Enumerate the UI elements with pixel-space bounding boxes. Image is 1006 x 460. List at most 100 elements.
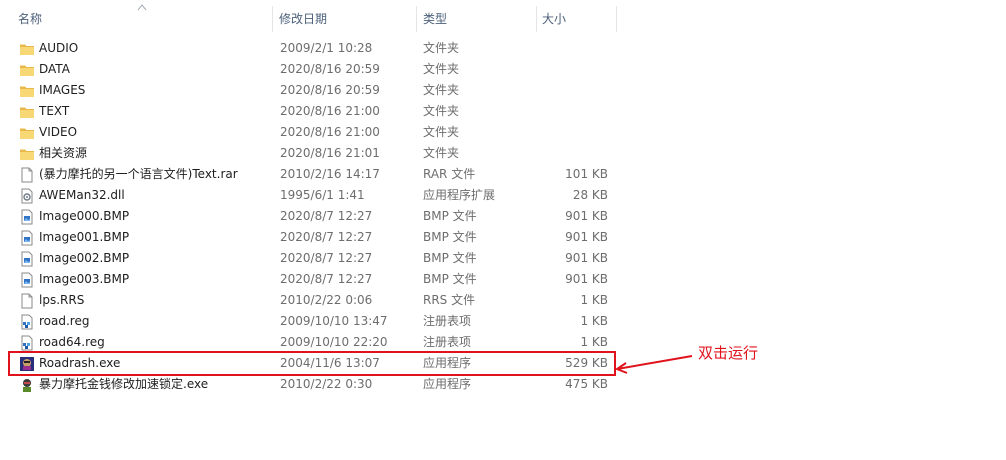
sort-ascending-icon	[137, 4, 147, 11]
file-type: RRS 文件	[423, 293, 476, 307]
trainer-app-icon	[19, 377, 35, 393]
file-date: 2009/10/10 13:47	[280, 314, 388, 328]
file-date: 2020/8/16 20:59	[280, 62, 380, 76]
file-size: 1 KB	[580, 314, 608, 328]
file-size: 28 KB	[572, 188, 608, 202]
file-type: 注册表项	[423, 335, 472, 349]
column-header-type[interactable]: 类型	[423, 0, 447, 38]
file-icon	[19, 167, 35, 183]
file-date: 2020/8/16 21:00	[280, 125, 380, 139]
registry-file-icon	[19, 314, 35, 330]
annotation-label: 双击运行	[698, 344, 759, 362]
folder-icon	[19, 125, 35, 141]
image-file-icon	[19, 209, 35, 225]
file-row[interactable]: road.reg 2009/10/10 13:47 注册表项 1 KB	[0, 311, 618, 332]
file-size: 901 KB	[565, 272, 608, 286]
file-type: 文件夹	[423, 146, 460, 160]
file-date: 2020/8/7 12:27	[280, 251, 373, 265]
column-header-size[interactable]: 大小	[542, 0, 566, 38]
file-row[interactable]: VIDEO 2020/8/16 21:00 文件夹	[0, 122, 618, 143]
file-type: RAR 文件	[423, 167, 476, 181]
file-date: 2010/2/16 14:17	[280, 167, 380, 181]
file-date: 2009/10/10 22:20	[280, 335, 388, 349]
file-name: 相关资源	[39, 146, 88, 160]
file-name: Image003.BMP	[39, 272, 130, 286]
file-size: 901 KB	[565, 230, 608, 244]
file-size: 1 KB	[580, 293, 608, 307]
file-row[interactable]: 相关资源 2020/8/16 21:01 文件夹	[0, 143, 618, 164]
file-type: BMP 文件	[423, 209, 477, 223]
file-row[interactable]: Image002.BMP 2020/8/7 12:27 BMP 文件 901 KB	[0, 248, 618, 269]
file-row[interactable]: Image003.BMP 2020/8/7 12:27 BMP 文件 901 KB	[0, 269, 618, 290]
registry-file-icon	[19, 335, 35, 351]
file-type: 注册表项	[423, 314, 472, 328]
file-name: AWEMan32.dll	[39, 188, 125, 202]
file-name: lps.RRS	[39, 293, 85, 307]
file-row[interactable]: DATA 2020/8/16 20:59 文件夹	[0, 59, 618, 80]
file-list: AUDIO 2009/2/1 10:28 文件夹 DATA 2020/8/16 20:5…	[0, 38, 618, 395]
highlight-box	[8, 351, 616, 376]
file-name: IMAGES	[39, 83, 86, 97]
folder-icon	[19, 41, 35, 57]
file-type: BMP 文件	[423, 230, 477, 244]
file-size: 901 KB	[565, 251, 608, 265]
folder-icon	[19, 62, 35, 78]
file-row[interactable]: IMAGES 2020/8/16 20:59 文件夹	[0, 80, 618, 101]
file-size: 475 KB	[565, 377, 608, 391]
file-type: 文件夹	[423, 62, 460, 76]
column-divider[interactable]	[416, 6, 417, 32]
file-date: 1995/6/1 1:41	[280, 188, 365, 202]
file-name: (暴力摩托的另一个语言文件)Text.rar	[39, 167, 238, 181]
file-row[interactable]: TEXT 2020/8/16 21:00 文件夹	[0, 101, 618, 122]
file-row[interactable]: road64.reg 2009/10/10 22:20 注册表项 1 KB	[0, 332, 618, 353]
file-size: 101 KB	[565, 167, 608, 181]
dll-file-icon	[19, 188, 35, 204]
folder-icon	[19, 83, 35, 99]
file-name: road.reg	[39, 314, 90, 328]
file-size: 1 KB	[580, 335, 608, 349]
file-type: 文件夹	[423, 83, 460, 97]
file-type: 应用程序扩展	[423, 188, 496, 202]
file-type: BMP 文件	[423, 251, 477, 265]
file-date: 2010/2/22 0:06	[280, 293, 373, 307]
file-date: 2020/8/7 12:27	[280, 209, 373, 223]
file-row[interactable]: Image000.BMP 2020/8/7 12:27 BMP 文件 901 KB	[0, 206, 618, 227]
file-row[interactable]: Image001.BMP 2020/8/7 12:27 BMP 文件 901 KB	[0, 227, 618, 248]
file-type: BMP 文件	[423, 272, 477, 286]
file-row[interactable]: AUDIO 2009/2/1 10:28 文件夹	[0, 38, 618, 59]
file-type: 应用程序	[423, 377, 472, 391]
file-date: 2020/8/7 12:27	[280, 230, 373, 244]
file-name: AUDIO	[39, 41, 79, 55]
image-file-icon	[19, 272, 35, 288]
image-file-icon	[19, 251, 35, 267]
file-row[interactable]: AWEMan32.dll 1995/6/1 1:41 应用程序扩展 28 KB	[0, 185, 618, 206]
column-divider[interactable]	[272, 6, 273, 32]
column-divider[interactable]	[616, 6, 617, 32]
file-date: 2010/2/22 0:30	[280, 377, 373, 391]
file-type: 文件夹	[423, 41, 460, 55]
column-divider[interactable]	[536, 6, 537, 32]
file-name: 暴力摩托金钱修改加速锁定.exe	[39, 377, 209, 391]
file-date: 2020/8/7 12:27	[280, 272, 373, 286]
file-date: 2020/8/16 20:59	[280, 83, 380, 97]
file-icon	[19, 293, 35, 309]
file-size: 901 KB	[565, 209, 608, 223]
folder-icon	[19, 104, 35, 120]
file-date: 2009/2/1 10:28	[280, 41, 373, 55]
column-header-name[interactable]: 名称	[18, 0, 42, 38]
file-type: 文件夹	[423, 125, 460, 139]
image-file-icon	[19, 230, 35, 246]
column-header-date[interactable]: 修改日期	[279, 0, 327, 38]
folder-icon	[19, 146, 35, 162]
file-row[interactable]: (暴力摩托的另一个语言文件)Text.rar 2010/2/16 14:17 RAR…	[0, 164, 618, 185]
file-type: 文件夹	[423, 104, 460, 118]
file-name: VIDEO	[39, 125, 78, 139]
file-row[interactable]: lps.RRS 2010/2/22 0:06 RRS 文件 1 KB	[0, 290, 618, 311]
file-name: DATA	[39, 62, 70, 76]
file-name: Image002.BMP	[39, 251, 130, 265]
column-header-bar: 名称 修改日期 类型 大小	[0, 0, 618, 38]
file-date: 2020/8/16 21:01	[280, 146, 380, 160]
file-row[interactable]: 暴力摩托金钱修改加速锁定.exe 2010/2/22 0:30 应用程序 475 KB	[0, 374, 618, 395]
file-date: 2020/8/16 21:00	[280, 104, 380, 118]
file-name: road64.reg	[39, 335, 105, 349]
